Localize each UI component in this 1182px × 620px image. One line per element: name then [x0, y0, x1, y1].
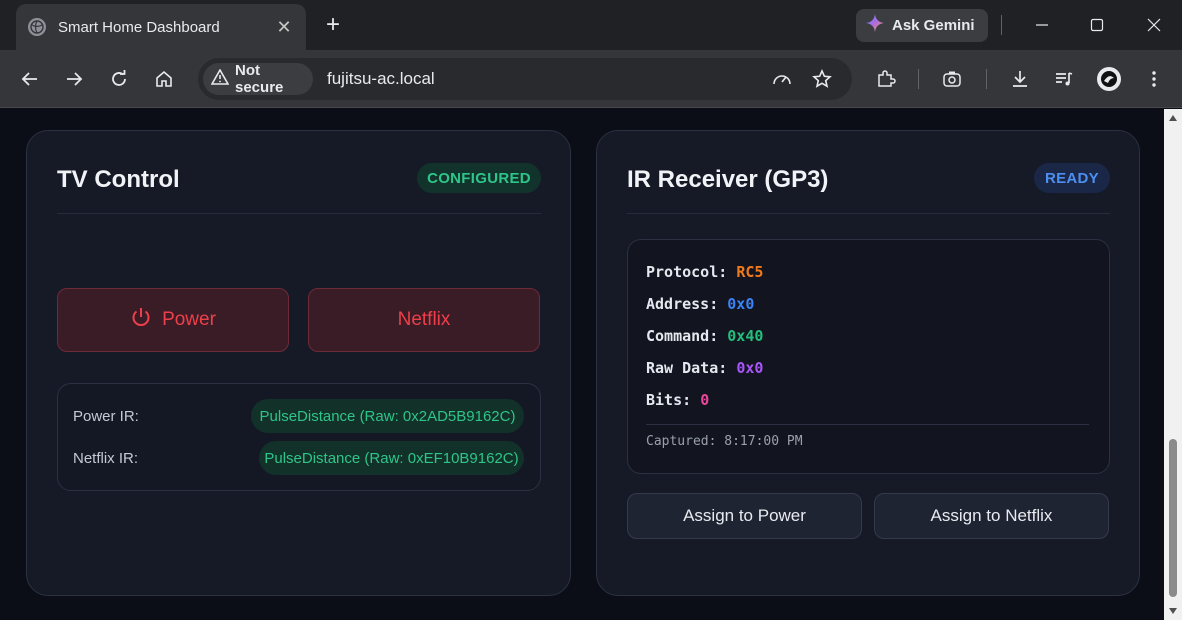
maximize-icon	[1090, 18, 1104, 32]
ir-receiver-card: IR Receiver (GP3) READY Protocol: RC5 Ad…	[596, 130, 1140, 596]
card-title: IR Receiver (GP3)	[627, 166, 829, 193]
divider	[57, 213, 541, 214]
address-row: Address: 0x0	[646, 295, 754, 313]
command-value: 0x40	[727, 327, 764, 345]
protocol-value: RC5	[736, 263, 764, 281]
raw-data-row: Raw Data: 0x0	[646, 359, 763, 377]
power-label: Power	[162, 309, 216, 330]
extensions-button[interactable]	[872, 65, 900, 93]
status-badge: READY	[1034, 163, 1110, 193]
kebab-menu-icon	[1152, 71, 1156, 87]
forward-button[interactable]	[60, 65, 88, 93]
bits-value: 0	[700, 391, 710, 409]
netflix-label: Netflix	[397, 309, 451, 330]
assign-to-power-button[interactable]: Assign to Power	[627, 493, 862, 539]
separator	[1001, 15, 1002, 35]
card-title: TV Control	[57, 166, 180, 193]
security-indicator[interactable]: Not secure	[203, 62, 313, 96]
power-button[interactable]: Power	[57, 288, 289, 352]
globe-icon	[28, 18, 46, 36]
status-badge: CONFIGURED	[417, 163, 541, 193]
tv-control-card: TV Control CONFIGURED Power Netflix Powe…	[26, 130, 571, 596]
ir-code-label: Power IR:	[73, 408, 139, 425]
url-text[interactable]: fujitsu-ac.local	[327, 69, 435, 89]
screenshot-button[interactable]	[938, 65, 966, 93]
browser-tab[interactable]: Smart Home Dashboard ✕	[16, 4, 306, 50]
field-label: Raw Data:	[646, 359, 737, 377]
divider	[646, 424, 1089, 425]
downloads-button[interactable]	[1006, 65, 1034, 93]
separator	[986, 69, 987, 89]
ask-gemini-button[interactable]: Ask Gemini	[856, 9, 988, 42]
received-signal-panel: Protocol: RC5 Address: 0x0 Command: 0x40…	[627, 239, 1110, 474]
new-tab-button[interactable]: +	[320, 12, 346, 38]
raw-data-value: 0x0	[736, 359, 764, 377]
bookmark-star-icon[interactable]	[811, 68, 833, 90]
reload-button[interactable]	[105, 65, 133, 93]
ir-code-value: PulseDistance (Raw: 0xEF10B9162C)	[259, 441, 524, 475]
download-icon	[1013, 71, 1027, 87]
window-close-button[interactable]	[1139, 10, 1169, 40]
camera-icon	[943, 71, 961, 87]
arrow-right-icon	[67, 72, 83, 86]
gemini-label: Ask Gemini	[892, 17, 975, 34]
separator	[918, 69, 919, 89]
command-row: Command: 0x40	[646, 327, 763, 345]
puzzle-icon	[878, 70, 896, 87]
ir-code-value: PulseDistance (Raw: 0x2AD5B9162C)	[251, 399, 524, 433]
browser-toolbar: Not secure fujitsu-ac.local	[0, 50, 1182, 108]
ir-code-list: Power IR: PulseDistance (Raw: 0x2AD5B916…	[57, 383, 541, 491]
field-label: Address:	[646, 295, 728, 313]
media-controls-button[interactable]	[1050, 65, 1078, 93]
close-icon[interactable]: ✕	[274, 17, 294, 38]
captured-timestamp: Captured: 8:17:00 PM	[646, 434, 803, 449]
arrow-left-icon	[21, 72, 37, 86]
ir-code-label: Netflix IR:	[73, 450, 139, 467]
warning-icon	[210, 67, 230, 90]
browser-titlebar: Smart Home Dashboard ✕ + Ask Gemini	[0, 0, 1182, 50]
tab-title: Smart Home Dashboard	[58, 18, 220, 36]
address-bar[interactable]: Not secure fujitsu-ac.local	[198, 58, 852, 100]
gemini-sparkle-icon	[866, 14, 884, 37]
home-button[interactable]	[150, 65, 178, 93]
field-label: Protocol:	[646, 263, 737, 281]
minimize-icon	[1036, 24, 1048, 26]
power-icon	[130, 306, 152, 334]
page-viewport: TV Control CONFIGURED Power Netflix Powe…	[0, 109, 1164, 620]
address-value: 0x0	[727, 295, 755, 313]
divider	[627, 213, 1110, 214]
security-label: Not secure	[235, 62, 284, 96]
vertical-scrollbar[interactable]	[1164, 109, 1182, 620]
scroll-down-arrow-icon[interactable]	[1169, 608, 1177, 614]
close-window-icon	[1147, 18, 1161, 32]
assign-to-netflix-button[interactable]: Assign to Netflix	[874, 493, 1109, 539]
back-button[interactable]	[16, 65, 44, 93]
queue-music-icon	[1056, 72, 1073, 86]
menu-button[interactable]	[1140, 65, 1168, 93]
protocol-row: Protocol: RC5	[646, 263, 763, 281]
bits-row: Bits: 0	[646, 391, 709, 409]
home-icon	[156, 70, 172, 87]
minimize-button[interactable]	[1027, 10, 1057, 40]
performance-icon[interactable]	[771, 68, 793, 90]
netflix-button[interactable]: Netflix	[308, 288, 540, 352]
scroll-up-arrow-icon[interactable]	[1169, 115, 1177, 121]
scroll-thumb[interactable]	[1169, 439, 1177, 597]
field-label: Command:	[646, 327, 728, 345]
reload-icon	[112, 70, 126, 86]
avatar-icon	[1101, 71, 1117, 87]
field-label: Bits:	[646, 391, 701, 409]
profile-avatar[interactable]	[1097, 67, 1121, 91]
maximize-button[interactable]	[1082, 10, 1112, 40]
